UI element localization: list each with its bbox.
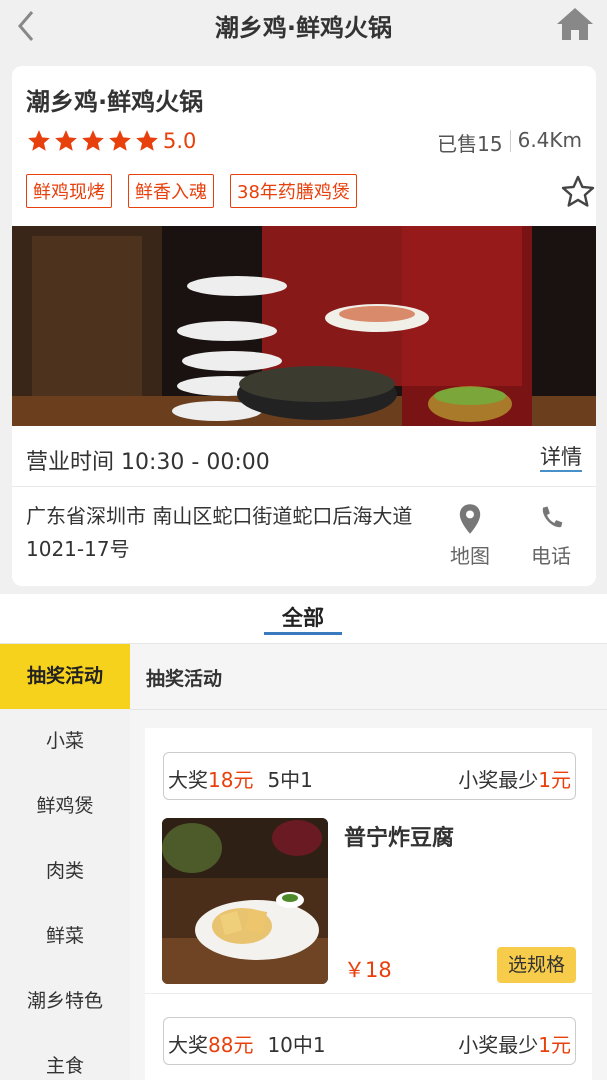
store-tags: 鲜鸡现烤 鲜香入魂 38年药膳鸡煲	[26, 174, 373, 208]
map-button[interactable]: 地图	[440, 502, 500, 569]
store-photo	[12, 226, 596, 426]
tab-indicator	[264, 632, 342, 635]
page-title: 潮乡鸡·鲜鸡火锅	[214, 14, 393, 42]
sidebar-item-chicken-pot[interactable]: 鲜鸡煲	[0, 774, 130, 839]
lottery-info: 大奖18元 5中1 小奖最少1元	[163, 752, 576, 800]
rating-stars: 5.0	[26, 128, 196, 154]
top-bar: 潮乡鸡·鲜鸡火锅	[0, 0, 607, 52]
grand-prize: 大奖88元 10中1	[168, 1029, 326, 1058]
phone-button[interactable]: 电话	[521, 502, 581, 569]
phone-icon	[542, 506, 563, 528]
store-name: 潮乡鸡·鲜鸡火锅	[26, 88, 204, 116]
small-prize-value: 1元	[538, 1033, 571, 1057]
divider	[130, 709, 607, 710]
star-icon	[82, 130, 104, 151]
sidebar-item-vegetables[interactable]: 鲜菜	[0, 904, 130, 969]
small-prize: 小奖最少1元	[458, 764, 571, 793]
divider	[12, 486, 596, 487]
tag: 鲜鸡现烤	[26, 174, 112, 208]
dish-photo[interactable]	[162, 818, 328, 984]
star-icon	[109, 130, 131, 151]
sales-distance: 已售15 6.4Km	[437, 128, 582, 157]
distance: 6.4Km	[517, 128, 582, 152]
sidebar-item-specialty[interactable]: 潮乡特色	[0, 969, 130, 1034]
favorite-star-icon[interactable]	[560, 174, 596, 210]
phone-label: 电话	[531, 544, 571, 568]
grand-prize-value: 18元	[208, 768, 254, 792]
sidebar-item-meat[interactable]: 肉类	[0, 839, 130, 904]
select-spec-button[interactable]: 选规格	[497, 947, 576, 983]
sidebar-item-lottery[interactable]: 抽奖活动	[0, 644, 130, 709]
grand-prize-value: 88元	[208, 1033, 254, 1057]
star-icon	[55, 130, 77, 151]
win-ratio: 5中1	[267, 768, 313, 792]
store-card: 潮乡鸡·鲜鸡火锅 5.0 已售15 6.4Km 鲜鸡现烤 鲜香入魂 38年药膳鸡…	[12, 66, 596, 586]
rating-value: 5.0	[163, 129, 197, 153]
dish-price: ￥18	[344, 958, 392, 982]
grand-prize-label: 大奖	[168, 768, 208, 792]
sidebar-item-staple[interactable]: 主食	[0, 1034, 130, 1080]
business-hours: 营业时间 10:30 - 00:00	[26, 450, 270, 475]
dish-name[interactable]: 普宁炸豆腐	[344, 820, 454, 852]
grand-prize: 大奖18元 5中1	[168, 764, 313, 793]
category-sidebar: 抽奖活动 小菜 鲜鸡煲 肉类 鲜菜 潮乡特色 主食	[0, 644, 130, 1080]
grand-prize-label: 大奖	[168, 1033, 208, 1057]
star-icon	[136, 130, 158, 151]
store-address: 广东省深圳市 南山区蛇口街道蛇口后海大道1021-17号	[26, 504, 413, 561]
home-icon[interactable]	[555, 4, 595, 44]
sidebar-item-side-dishes[interactable]: 小菜	[0, 709, 130, 774]
menu-content: 抽奖活动 大奖18元 5中1 小奖最少1元 普宁炸豆腐 ￥18 选规格 大奖88…	[130, 644, 607, 1080]
detail-link[interactable]: 详情	[540, 444, 582, 472]
tag: 38年药膳鸡煲	[230, 174, 357, 208]
divider	[509, 130, 511, 152]
dish-list: 大奖18元 5中1 小奖最少1元 普宁炸豆腐 ￥18 选规格 大奖88元 10中…	[145, 728, 592, 1080]
sold-count: 已售15	[437, 132, 503, 156]
divider	[145, 993, 592, 994]
tab-bar: 全部	[0, 594, 607, 644]
small-prize-label: 小奖最少	[458, 1033, 539, 1057]
win-ratio: 10中1	[267, 1033, 326, 1057]
small-prize: 小奖最少1元	[458, 1029, 571, 1058]
small-prize-label: 小奖最少	[458, 768, 539, 792]
small-prize-value: 1元	[538, 768, 571, 792]
map-label: 地图	[450, 544, 490, 568]
tab-all[interactable]: 全部	[264, 602, 342, 632]
location-pin-icon	[459, 504, 481, 534]
tag: 鲜香入魂	[128, 174, 214, 208]
lottery-info: 大奖88元 10中1 小奖最少1元	[163, 1017, 576, 1065]
section-title: 抽奖活动	[146, 668, 223, 690]
star-icon	[28, 130, 50, 151]
